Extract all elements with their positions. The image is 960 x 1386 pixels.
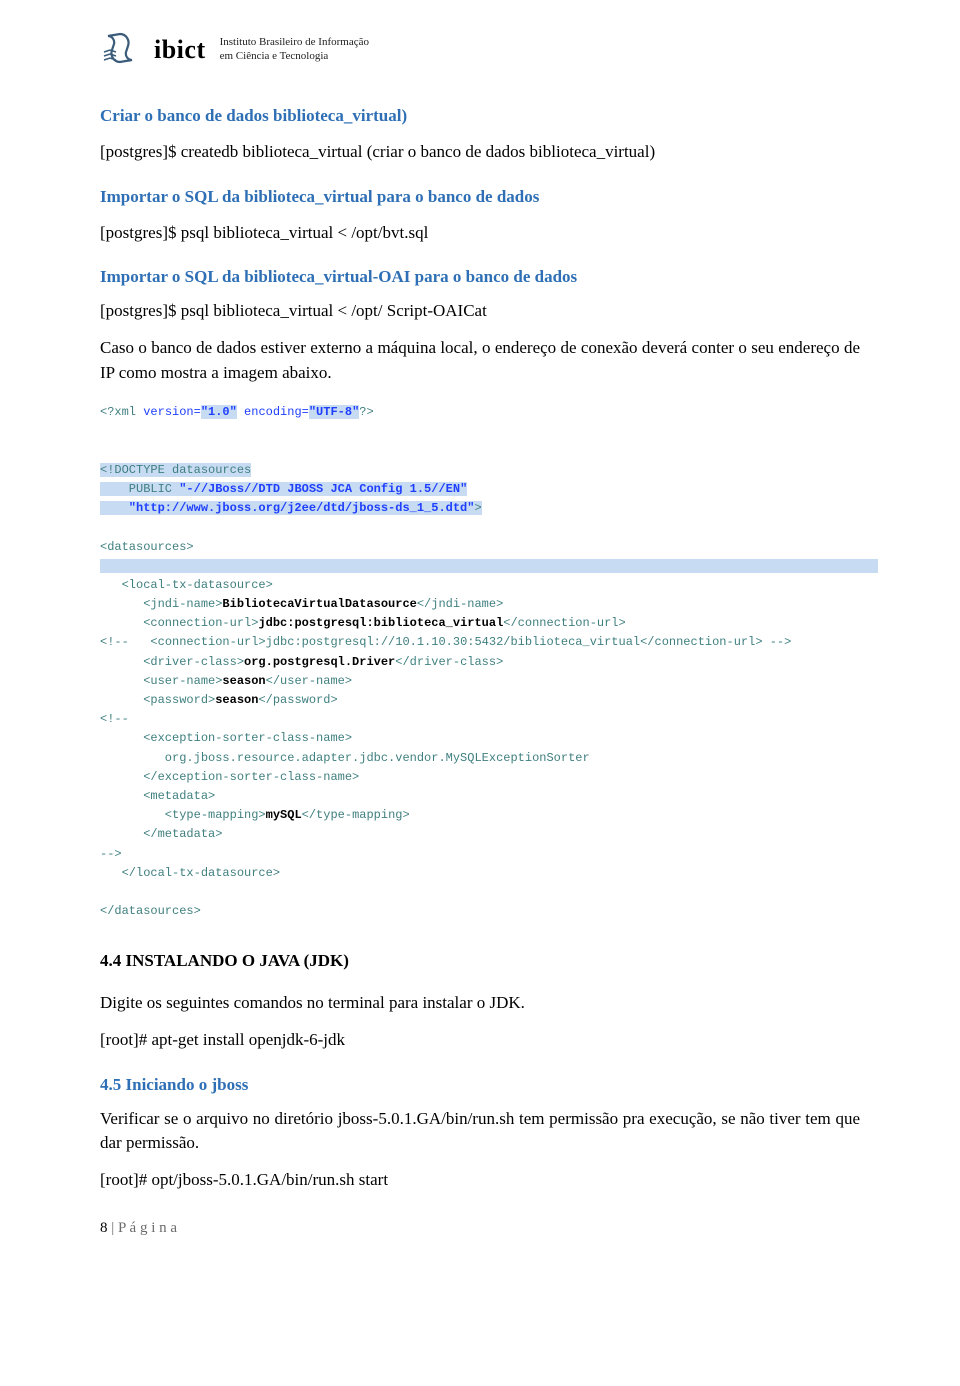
xml-metadata-close: </metadata>: [100, 827, 222, 841]
xml-jndi-val: BibliotecaVirtualDatasource: [222, 597, 416, 611]
heading-start-jboss: 4.5 Iniciando o jboss: [100, 1075, 860, 1095]
cmd-start-jboss: [root]# opt/jboss-5.0.1.GA/bin/run.sh st…: [100, 1168, 860, 1193]
xml-highlight-blank-row: [100, 559, 878, 573]
xml-comment-close-1: -->: [763, 635, 792, 649]
page-footer: 8 | P á g i n a: [100, 1220, 860, 1237]
xml-exception-sorter-val: org.jboss.resource.adapter.jdbc.vendor.M…: [100, 751, 590, 765]
xml-driver-close: </driver-class>: [395, 655, 503, 669]
page-number: 8: [100, 1220, 108, 1236]
xml-doctype-line1: <!DOCTYPE datasources: [100, 463, 251, 477]
xml-doctype-line3-str: "http://www.jboss.org/j2ee/dtd/jboss-ds_…: [100, 501, 474, 515]
xml-decl-ver-val: "1.0": [201, 405, 237, 419]
xml-comment-close-2: -->: [100, 847, 122, 861]
xml-password-close: </password>: [258, 693, 337, 707]
xml-datasource-snippet: <?xml version="1.0" encoding="UTF-8"?> <…: [100, 403, 860, 921]
xml-type-mapping-open: <type-mapping>: [100, 808, 266, 822]
cmd-install-jdk: [root]# apt-get install openjdk-6-jdk: [100, 1028, 860, 1053]
xml-driver-val: org.postgresql.Driver: [244, 655, 395, 669]
heading-import-sql-1: Importar o SQL da biblioteca_virtual par…: [100, 187, 860, 207]
xml-conn-url-close: </connection-url>: [503, 616, 625, 630]
heading-install-jdk: 4.4 INSTALANDO O JAVA (JDK): [100, 951, 860, 971]
xml-exception-sorter-open: <exception-sorter-class-name>: [100, 731, 352, 745]
page-header: ibict Instituto Brasileiro de Informação…: [100, 30, 860, 70]
logo-tagline: Instituto Brasileiro de Informação em Ci…: [220, 36, 369, 64]
xml-conn-url-alt: <connection-url>jdbc:postgresql://10.1.1…: [129, 635, 763, 649]
tagline-line-2: em Ciência e Tecnologia: [220, 50, 369, 64]
xml-conn-url-val: jdbc:postgresql:biblioteca_virtual: [258, 616, 503, 630]
xml-datasources-open: <datasources>: [100, 540, 194, 554]
xml-username-close: </user-name>: [266, 674, 352, 688]
cmd-createdb: [postgres]$ createdb biblioteca_virtual …: [100, 140, 860, 165]
ibict-logo-icon: [100, 30, 140, 70]
cmd-psql-oaicat: [postgres]$ psql biblioteca_virtual < /o…: [100, 299, 860, 324]
logo-text: ibict: [154, 35, 206, 65]
page-label: | P á g i n a: [108, 1220, 178, 1236]
tagline-line-1: Instituto Brasileiro de Informação: [220, 36, 369, 50]
text-install-jdk: Digite os seguintes comandos no terminal…: [100, 991, 860, 1016]
page: ibict Instituto Brasileiro de Informação…: [0, 0, 960, 1277]
xml-comment-open-1: <!--: [100, 635, 129, 649]
xml-decl-ver-lbl: version=: [143, 405, 201, 419]
xml-password-open: <password>: [100, 693, 215, 707]
xml-local-tx-open: <local-tx-datasource>: [100, 578, 273, 592]
xml-decl-enc-lbl: encoding=: [237, 405, 309, 419]
heading-import-sql-oai: Importar o SQL da biblioteca_virtual-OAI…: [100, 267, 860, 287]
xml-type-mapping-close: </type-mapping>: [302, 808, 410, 822]
xml-decl-open: <?xml: [100, 405, 143, 419]
xml-doctype-close: >: [474, 501, 481, 515]
xml-type-mapping-val: mySQL: [266, 808, 302, 822]
xml-password-val: season: [215, 693, 258, 707]
note-external-db: Caso o banco de dados estiver externo a …: [100, 336, 860, 385]
xml-conn-url-open: <connection-url>: [100, 616, 258, 630]
xml-decl-enc-val: "UTF-8": [309, 405, 359, 419]
xml-driver-open: <driver-class>: [100, 655, 244, 669]
xml-jndi-open: <jndi-name>: [100, 597, 222, 611]
xml-exception-sorter-close: </exception-sorter-class-name>: [100, 770, 359, 784]
xml-decl-close: ?>: [359, 405, 373, 419]
xml-jndi-close: </jndi-name>: [417, 597, 503, 611]
heading-create-db: Criar o banco de dados biblioteca_virtua…: [100, 106, 860, 126]
xml-datasources-close: </datasources>: [100, 904, 201, 918]
xml-username-val: season: [222, 674, 265, 688]
xml-doctype-line2-kw: PUBLIC: [100, 482, 179, 496]
xml-username-open: <user-name>: [100, 674, 222, 688]
xml-doctype-line2-str: "-//JBoss//DTD JBOSS JCA Config 1.5//EN": [179, 482, 467, 496]
xml-comment-open-2: <!--: [100, 712, 129, 726]
text-start-jboss: Verificar se o arquivo no diretório jbos…: [100, 1107, 860, 1156]
xml-local-tx-close: </local-tx-datasource>: [100, 866, 280, 880]
cmd-psql-bvt: [postgres]$ psql biblioteca_virtual < /o…: [100, 221, 860, 246]
xml-metadata-open: <metadata>: [100, 789, 215, 803]
